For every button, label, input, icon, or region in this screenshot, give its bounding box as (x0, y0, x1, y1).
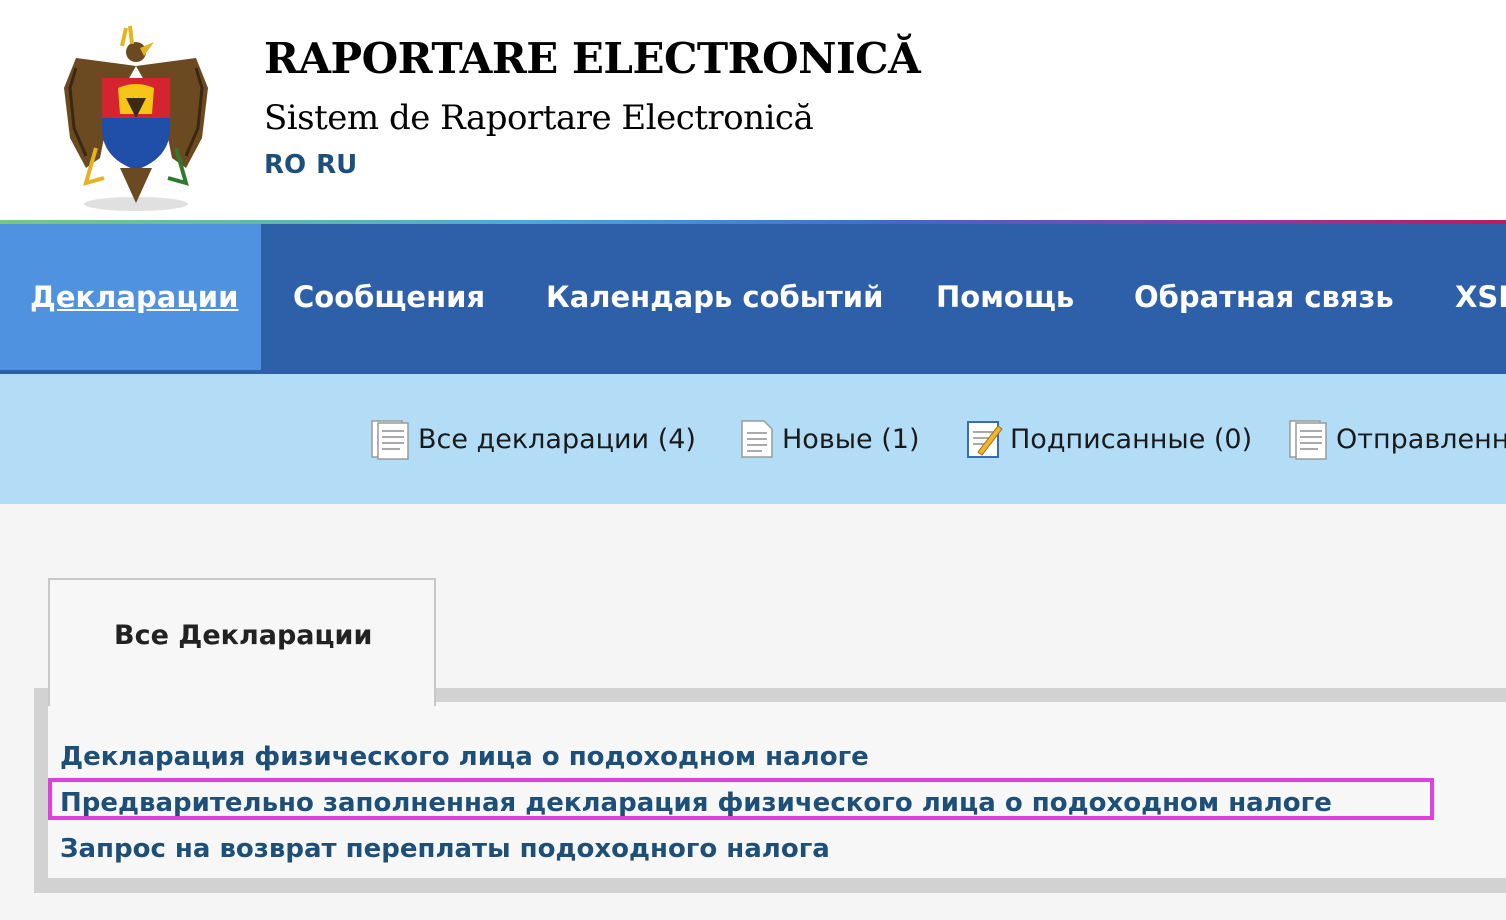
tab-all-declarations-label: Все Декларации (114, 620, 373, 651)
filter-new-label: Новые (1) (782, 423, 920, 455)
tab-all-declarations[interactable]: Все Декларации (48, 578, 436, 706)
site-header: RAPORTARE ELECTRONICĂ Sistem de Raportar… (0, 0, 1506, 222)
filter-all-declarations[interactable]: Все декларации (4) (368, 416, 696, 462)
declaration-link-prefilled-income-tax[interactable]: Предварительно заполненная декларация фи… (60, 788, 1332, 818)
document-icon (741, 420, 773, 458)
language-switcher: RO RU (264, 150, 367, 180)
declaration-link-income-tax[interactable]: Декларация физического лица о подоходном… (60, 742, 869, 772)
declaration-link-overpayment-refund[interactable]: Запрос на возврат переплаты подоходного … (60, 834, 830, 864)
nav-feedback[interactable]: Обратная связь (1134, 224, 1394, 370)
document-list-icon (371, 420, 409, 460)
filter-sent-label: Отправленн (1336, 423, 1506, 455)
filter-signed-label: Подписанные (0) (1010, 423, 1253, 455)
document-list-icon (1289, 420, 1327, 460)
filter-sent-declarations[interactable]: Отправленн (1286, 416, 1506, 462)
declarations-panel: Декларация физического лица о подоходном… (34, 688, 1506, 893)
nav-help[interactable]: Помощь (936, 224, 1074, 370)
coat-of-arms-logo (64, 25, 208, 211)
signed-document-icon (967, 421, 1003, 458)
site-subtitle: Sistem de Raportare Electronică (264, 98, 814, 138)
nav-declarations[interactable]: Декларации (0, 224, 261, 370)
language-ru-link[interactable]: RU (316, 150, 357, 180)
declarations-filter-bar: Все декларации (4) Новые (1) Подписанные… (0, 374, 1506, 504)
filter-new-declarations[interactable]: Новые (1) (738, 416, 920, 462)
site-title: RAPORTARE ELECTRONICĂ (264, 34, 921, 83)
filter-all-label: Все декларации (4) (418, 423, 696, 455)
language-ro-link[interactable]: RO (264, 150, 306, 180)
nav-messages[interactable]: Сообщения (293, 224, 485, 370)
main-content: Все Декларации Декларация физического ли… (0, 504, 1506, 920)
nav-xsi[interactable]: XSI (1455, 224, 1506, 370)
declarations-list: Декларация физического лица о подоходном… (48, 702, 1506, 878)
main-nav: Декларации Сообщения Календарь событий П… (0, 224, 1506, 374)
filter-signed-declarations[interactable]: Подписанные (0) (964, 416, 1252, 462)
nav-event-calendar[interactable]: Календарь событий (546, 224, 883, 370)
